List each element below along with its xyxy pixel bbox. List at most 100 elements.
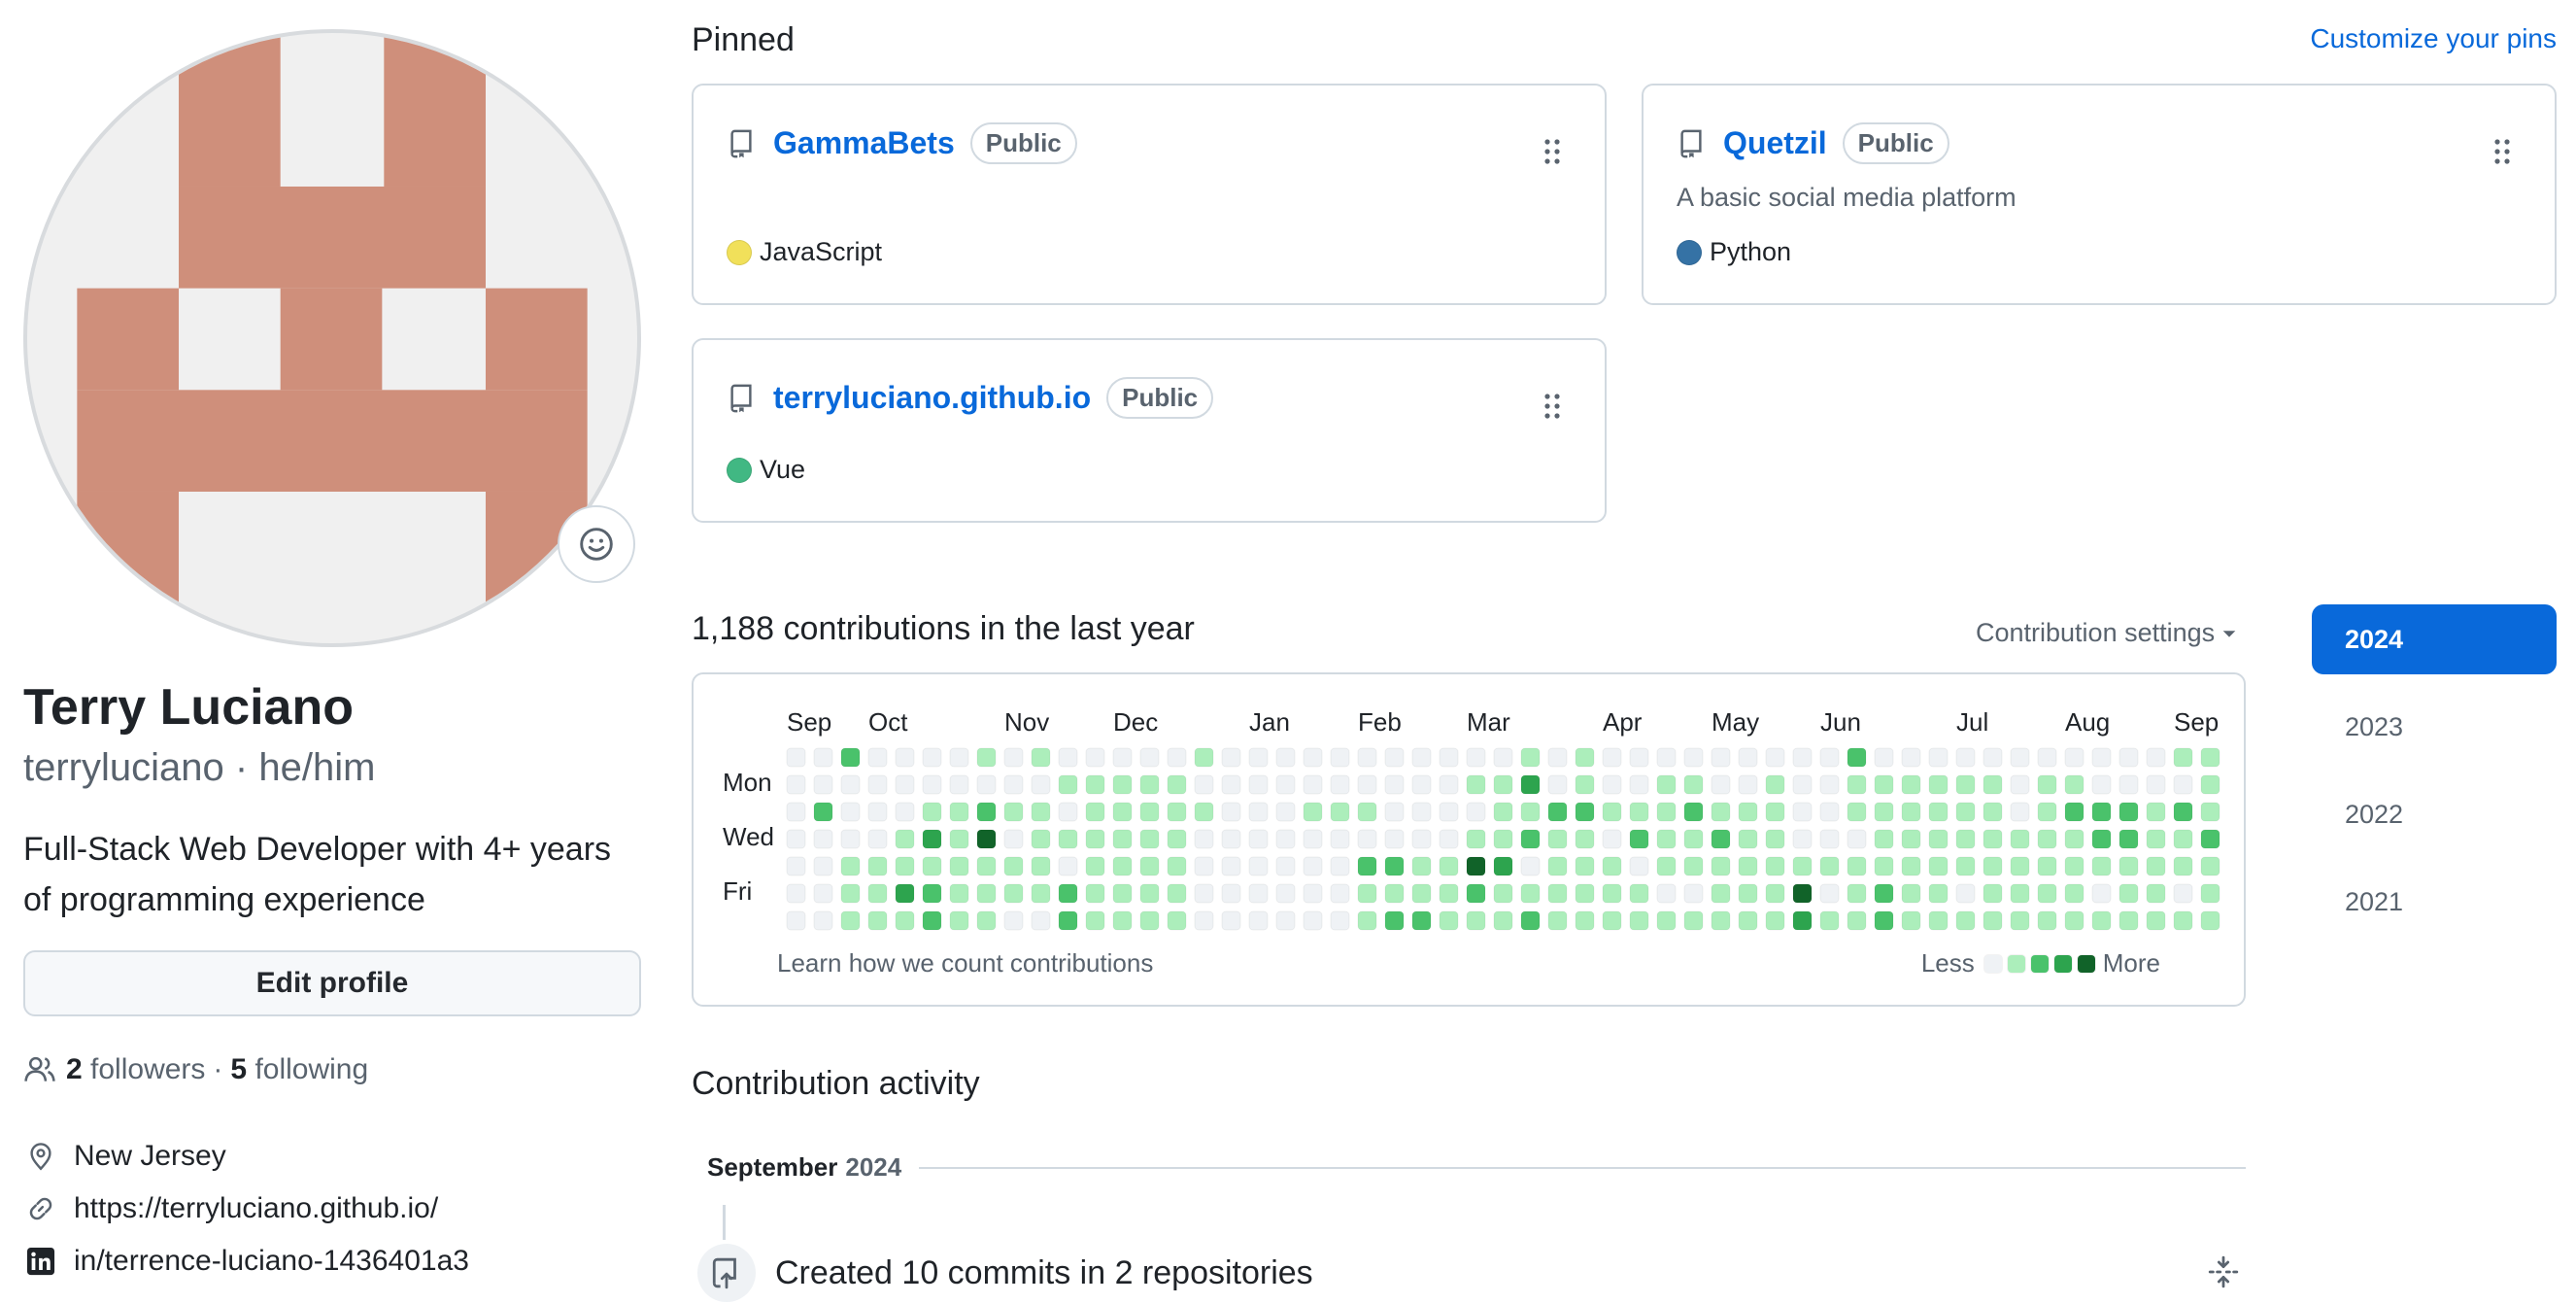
contribution-day-cell[interactable] — [1520, 802, 1541, 822]
contribution-day-cell[interactable] — [1384, 883, 1405, 904]
contribution-day-cell[interactable] — [1139, 883, 1160, 904]
contribution-day-cell[interactable] — [813, 910, 833, 931]
contribution-day-cell[interactable] — [1194, 802, 1214, 822]
contribution-day-cell[interactable] — [1955, 883, 1976, 904]
contribution-day-cell[interactable] — [1847, 747, 1867, 768]
contribution-day-cell[interactable] — [1411, 910, 1432, 931]
contribution-day-cell[interactable] — [1384, 774, 1405, 795]
contribution-day-cell[interactable] — [1248, 747, 1269, 768]
contribution-day-cell[interactable] — [1575, 747, 1595, 768]
contribution-day-cell[interactable] — [1003, 829, 1024, 849]
contribution-day-cell[interactable] — [1439, 747, 1459, 768]
contribution-day-cell[interactable] — [1330, 774, 1350, 795]
contribution-day-cell[interactable] — [2118, 829, 2139, 849]
contribution-day-cell[interactable] — [2091, 802, 2112, 822]
contribution-day-cell[interactable] — [1466, 774, 1486, 795]
contribution-day-cell[interactable] — [1139, 856, 1160, 876]
contribution-day-cell[interactable] — [1792, 910, 1813, 931]
contribution-day-cell[interactable] — [1384, 829, 1405, 849]
contribution-day-cell[interactable] — [1139, 747, 1160, 768]
contribution-day-cell[interactable] — [1248, 883, 1269, 904]
contribution-day-cell[interactable] — [1003, 883, 1024, 904]
contribution-day-cell[interactable] — [813, 829, 833, 849]
contribution-day-cell[interactable] — [922, 883, 942, 904]
contribution-day-cell[interactable] — [2064, 910, 2085, 931]
contribution-day-cell[interactable] — [1275, 883, 1296, 904]
contribution-day-cell[interactable] — [1765, 747, 1785, 768]
contribution-day-cell[interactable] — [1711, 774, 1731, 795]
contribution-day-cell[interactable] — [1248, 774, 1269, 795]
contribution-day-cell[interactable] — [840, 802, 861, 822]
contribution-day-cell[interactable] — [2173, 856, 2193, 876]
contribution-day-cell[interactable] — [1194, 910, 1214, 931]
contribution-day-cell[interactable] — [1167, 774, 1187, 795]
contribution-day-cell[interactable] — [1031, 829, 1051, 849]
contribution-day-cell[interactable] — [1874, 883, 1894, 904]
contribution-day-cell[interactable] — [1575, 774, 1595, 795]
contribution-day-cell[interactable] — [922, 802, 942, 822]
contribution-day-cell[interactable] — [2146, 774, 2166, 795]
contribution-day-cell[interactable] — [1384, 802, 1405, 822]
contribution-day-cell[interactable] — [1357, 856, 1377, 876]
contribution-day-cell[interactable] — [1575, 829, 1595, 849]
contribution-day-cell[interactable] — [976, 774, 997, 795]
contribution-day-cell[interactable] — [2146, 856, 2166, 876]
contribution-settings-dropdown[interactable]: Contribution settings — [1976, 618, 2238, 648]
contribution-day-cell[interactable] — [2173, 883, 2193, 904]
contribution-day-cell[interactable] — [1955, 829, 1976, 849]
contribution-day-cell[interactable] — [786, 883, 806, 904]
contribution-day-cell[interactable] — [1874, 774, 1894, 795]
contribution-day-cell[interactable] — [1874, 910, 1894, 931]
contribution-day-cell[interactable] — [2146, 802, 2166, 822]
contribution-day-cell[interactable] — [1357, 829, 1377, 849]
contribution-day-cell[interactable] — [1792, 829, 1813, 849]
contribution-day-cell[interactable] — [1139, 829, 1160, 849]
contribution-day-cell[interactable] — [1656, 883, 1677, 904]
contribution-day-cell[interactable] — [2037, 910, 2057, 931]
contribution-day-cell[interactable] — [1384, 747, 1405, 768]
contribution-day-cell[interactable] — [1656, 856, 1677, 876]
contribution-day-cell[interactable] — [1167, 883, 1187, 904]
contribution-day-cell[interactable] — [949, 883, 969, 904]
contribution-day-cell[interactable] — [840, 883, 861, 904]
learn-contributions-link[interactable]: Learn how we count contributions — [777, 948, 1153, 978]
contribution-day-cell[interactable] — [1466, 856, 1486, 876]
contribution-day-cell[interactable] — [1547, 883, 1568, 904]
contribution-day-cell[interactable] — [1547, 774, 1568, 795]
contribution-day-cell[interactable] — [786, 829, 806, 849]
contribution-day-cell[interactable] — [840, 856, 861, 876]
contribution-day-cell[interactable] — [1221, 829, 1241, 849]
contribution-day-cell[interactable] — [1248, 829, 1269, 849]
repo-name-link[interactable]: terryluciano.github.io — [773, 380, 1091, 416]
contribution-day-cell[interactable] — [1058, 910, 1078, 931]
contribution-day-cell[interactable] — [1819, 829, 1840, 849]
contribution-day-cell[interactable] — [1847, 829, 1867, 849]
contribution-day-cell[interactable] — [1330, 829, 1350, 849]
contribution-day-cell[interactable] — [813, 883, 833, 904]
contribution-day-cell[interactable] — [867, 747, 888, 768]
contribution-day-cell[interactable] — [840, 910, 861, 931]
contribution-day-cell[interactable] — [2200, 910, 2220, 931]
contribution-day-cell[interactable] — [1139, 774, 1160, 795]
contribution-day-cell[interactable] — [2200, 774, 2220, 795]
contribution-day-cell[interactable] — [949, 774, 969, 795]
contribution-day-cell[interactable] — [1629, 910, 1649, 931]
contribution-day-cell[interactable] — [1439, 829, 1459, 849]
avatar[interactable] — [23, 29, 641, 647]
contribution-day-cell[interactable] — [2064, 747, 2085, 768]
contribution-day-cell[interactable] — [1575, 802, 1595, 822]
contribution-day-cell[interactable] — [1901, 747, 1921, 768]
contribution-day-cell[interactable] — [1983, 829, 2003, 849]
contribution-day-cell[interactable] — [867, 883, 888, 904]
contribution-day-cell[interactable] — [1575, 910, 1595, 931]
contribution-day-cell[interactable] — [1602, 774, 1622, 795]
contribution-day-cell[interactable] — [1112, 856, 1133, 876]
contribution-day-cell[interactable] — [1629, 802, 1649, 822]
contribution-day-cell[interactable] — [2064, 856, 2085, 876]
contribution-day-cell[interactable] — [1330, 883, 1350, 904]
contribution-day-cell[interactable] — [1520, 883, 1541, 904]
linkedin-link[interactable]: in/terrence-luciano-1436401a3 — [74, 1245, 469, 1278]
contribution-day-cell[interactable] — [1629, 747, 1649, 768]
contribution-day-cell[interactable] — [840, 829, 861, 849]
contribution-day-cell[interactable] — [1629, 774, 1649, 795]
